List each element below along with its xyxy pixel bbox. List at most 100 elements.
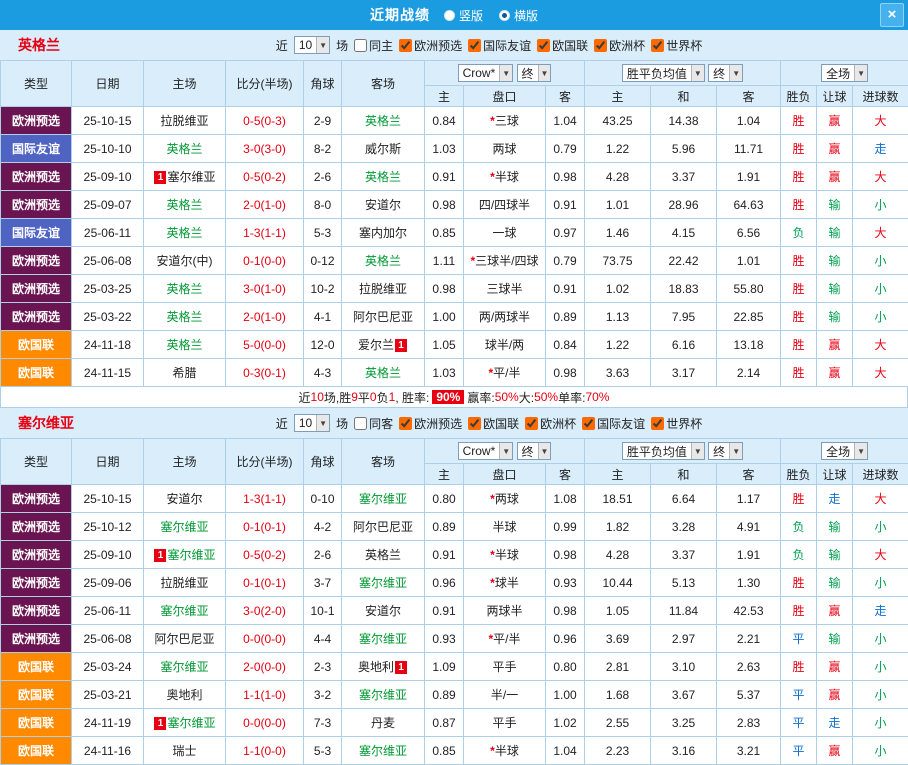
cell-date: 25-06-11: [72, 219, 144, 247]
competition-filter[interactable]: 国际友谊: [582, 415, 645, 432]
competition-filter-checkbox[interactable]: [582, 417, 595, 430]
cell-goals-result: 大: [853, 107, 908, 135]
competition-filter-label: 欧洲预选: [414, 37, 462, 54]
cell-date: 24-11-19: [72, 709, 144, 737]
competition-filter-checkbox[interactable]: [399, 39, 412, 52]
cell-home-team: 拉脱维亚: [144, 569, 226, 597]
cell-handicap-home-odds: 0.85: [425, 219, 464, 247]
competition-filter[interactable]: 欧洲杯: [594, 37, 645, 54]
cell-goals-result: 小: [853, 275, 908, 303]
competition-filter[interactable]: 欧洲预选: [399, 415, 462, 432]
handicap-stage-select[interactable]: 终▼: [517, 442, 552, 460]
cell-handicap-result: 输: [817, 219, 853, 247]
cell-competition: 欧洲预选: [1, 247, 72, 275]
recent-count-select[interactable]: 10▼: [294, 414, 330, 432]
cell-handicap-home-odds: 0.89: [425, 513, 464, 541]
cell-odds-away: 1.91: [717, 541, 781, 569]
avg-stage-select[interactable]: 终▼: [708, 64, 743, 82]
competition-filter[interactable]: 欧洲预选: [399, 37, 462, 54]
handicap-line-text: 两/两球半: [479, 310, 530, 324]
competition-filter-label: 世界杯: [666, 415, 702, 432]
recent-count-select[interactable]: 10▼: [294, 36, 330, 54]
home-team-name: 瑞士: [172, 744, 196, 758]
competition-filter[interactable]: 欧国联: [468, 415, 519, 432]
competition-filter-checkbox[interactable]: [468, 39, 481, 52]
away-team-name: 丹麦: [371, 716, 395, 730]
handicap-line-text: 三球: [495, 114, 519, 128]
competition-filter-checkbox[interactable]: [651, 417, 664, 430]
match-row: 国际友谊25-10-10英格兰3-0(3-0)8-2威尔斯1.03两球0.791…: [1, 135, 908, 163]
competition-filter-checkbox[interactable]: [537, 39, 550, 52]
home-team-name: 塞尔维亚: [160, 604, 208, 618]
cell-handicap-line: 球半/两: [464, 331, 546, 359]
avg-stage-select[interactable]: 终▼: [708, 442, 743, 460]
same-venue-filter[interactable]: 同客: [354, 415, 393, 432]
horizontal-layout-radio[interactable]: 横版: [499, 7, 538, 24]
competition-filter-checkbox[interactable]: [651, 39, 664, 52]
match-row: 欧洲预选25-06-11塞尔维亚3-0(2-0)10-1安道尔0.91两球半0.…: [1, 597, 908, 625]
avg-odds-select[interactable]: 胜平负均值▼: [622, 442, 705, 460]
cell-away-team: 拉脱维亚: [342, 275, 425, 303]
competition-filter-checkbox[interactable]: [468, 417, 481, 430]
competition-filter[interactable]: 世界杯: [651, 37, 702, 54]
vertical-layout-radio[interactable]: 竖版: [444, 7, 483, 24]
summary-part: 90%: [432, 390, 464, 404]
competition-filter[interactable]: 欧国联: [537, 37, 588, 54]
cell-odds-draw: 7.95: [651, 303, 717, 331]
cell-competition: 国际友谊: [1, 219, 72, 247]
handicap-line-text: 半球: [495, 548, 519, 562]
match-row: 欧洲预选25-09-101塞尔维亚0-5(0-2)2-6英格兰0.91*半球0.…: [1, 163, 908, 191]
cell-result: 胜: [781, 163, 817, 191]
summary-part: 大:: [519, 389, 534, 406]
competition-filter-checkbox[interactable]: [594, 39, 607, 52]
competition-filter-checkbox[interactable]: [525, 417, 538, 430]
recent-results-panel: 近期战绩 竖版 横版 × 英格兰 近10▼场同主欧洲预选国际友谊欧国联欧洲杯世界…: [0, 0, 908, 765]
home-team-name: 安道尔(中): [157, 254, 213, 268]
avg-odds-select[interactable]: 胜平负均值▼: [622, 64, 705, 82]
handicap-stage-select[interactable]: 终▼: [517, 64, 552, 82]
match-row: 欧洲预选25-10-15安道尔1-3(1-1)0-10塞尔维亚0.80*两球1.…: [1, 485, 908, 513]
competition-filter[interactable]: 国际友谊: [468, 37, 531, 54]
col-corner: 角球: [304, 61, 342, 107]
games-label: 场: [336, 37, 348, 54]
match-row: 欧国联24-11-15希腊0-3(0-1)4-3英格兰1.03*平/半0.983…: [1, 359, 908, 387]
competition-filter[interactable]: 世界杯: [651, 415, 702, 432]
competition-filter[interactable]: 欧洲杯: [525, 415, 576, 432]
recent-count-value: 10: [299, 416, 312, 430]
cell-odds-away: 42.53: [717, 597, 781, 625]
scope-select[interactable]: 全场▼: [821, 64, 868, 82]
cell-odds-home: 4.28: [585, 163, 651, 191]
cell-handicap-result: 输: [817, 569, 853, 597]
bookmaker-select[interactable]: Crow*▼: [458, 64, 514, 82]
section-england: 英格兰 近10▼场同主欧洲预选国际友谊欧国联欧洲杯世界杯 类型 日期 主场 比分…: [0, 30, 908, 408]
competition-filter-checkbox[interactable]: [399, 417, 412, 430]
cell-handicap-away-odds: 0.98: [546, 597, 585, 625]
cell-home-team: 英格兰: [144, 135, 226, 163]
cell-score: 1-1(1-0): [226, 681, 304, 709]
same-venue-filter-checkbox[interactable]: [354, 417, 367, 430]
same-venue-filter-checkbox[interactable]: [354, 39, 367, 52]
match-row: 国际友谊25-06-11英格兰1-3(1-1)5-3塞内加尔0.85一球0.97…: [1, 219, 908, 247]
cell-away-team: 英格兰: [342, 163, 425, 191]
cell-result: 平: [781, 709, 817, 737]
cell-home-team: 塞尔维亚: [144, 653, 226, 681]
cell-home-team: 英格兰: [144, 331, 226, 359]
cell-away-team: 英格兰: [342, 247, 425, 275]
scope-select[interactable]: 全场▼: [821, 442, 868, 460]
bookmaker-select[interactable]: Crow*▼: [458, 442, 514, 460]
cell-odds-draw: 28.96: [651, 191, 717, 219]
cell-home-team: 阿尔巴尼亚: [144, 625, 226, 653]
cell-handicap-result: 输: [817, 303, 853, 331]
cell-away-team: 爱尔兰1: [342, 331, 425, 359]
cell-odds-draw: 3.25: [651, 709, 717, 737]
cell-corners: 4-4: [304, 625, 342, 653]
cell-result: 胜: [781, 247, 817, 275]
same-venue-filter[interactable]: 同主: [354, 37, 393, 54]
cell-corners: 4-1: [304, 303, 342, 331]
result-group: 全场▼: [781, 439, 908, 464]
scope-select-value: 全场: [826, 65, 850, 82]
cell-odds-draw: 14.38: [651, 107, 717, 135]
close-button[interactable]: ×: [880, 3, 904, 27]
cell-away-team: 塞尔维亚: [342, 625, 425, 653]
cell-handicap-line: 两球半: [464, 597, 546, 625]
